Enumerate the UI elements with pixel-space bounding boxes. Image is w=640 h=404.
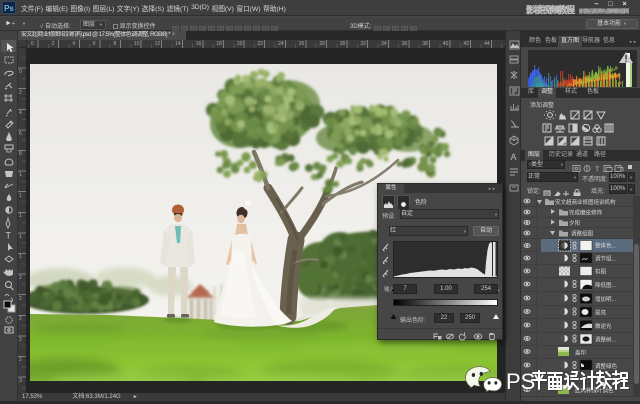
svg-text:A: A <box>511 152 517 162</box>
svg-text:夕阳: 夕阳 <box>569 219 580 227</box>
svg-text:整体色...: 整体色... <box>595 242 617 250</box>
svg-text:调节组...: 调节组... <box>595 255 617 263</box>
svg-text:盖印: 盖印 <box>575 349 587 357</box>
svg-text:扣图: 扣图 <box>595 268 607 276</box>
svg-text:调整树...: 调整树... <box>595 336 617 344</box>
svg-text:PS: PS <box>506 369 535 394</box>
svg-text:T: T <box>595 167 600 174</box>
svg-text:调整组图: 调整组图 <box>571 230 594 238</box>
svg-text:完成磨皮修饰: 完成磨皮修饰 <box>569 209 603 217</box>
svg-text:T: T <box>6 231 12 241</box>
svg-text:安文超商业修图培训机构: 安文超商业修图培训机构 <box>555 198 616 206</box>
svg-text:做逆光: 做逆光 <box>595 322 612 330</box>
svg-text:增加明...: 增加明... <box>595 295 617 303</box>
svg-text:降低图...: 降低图... <box>595 281 617 289</box>
svg-text:提亮: 提亮 <box>595 309 607 317</box>
